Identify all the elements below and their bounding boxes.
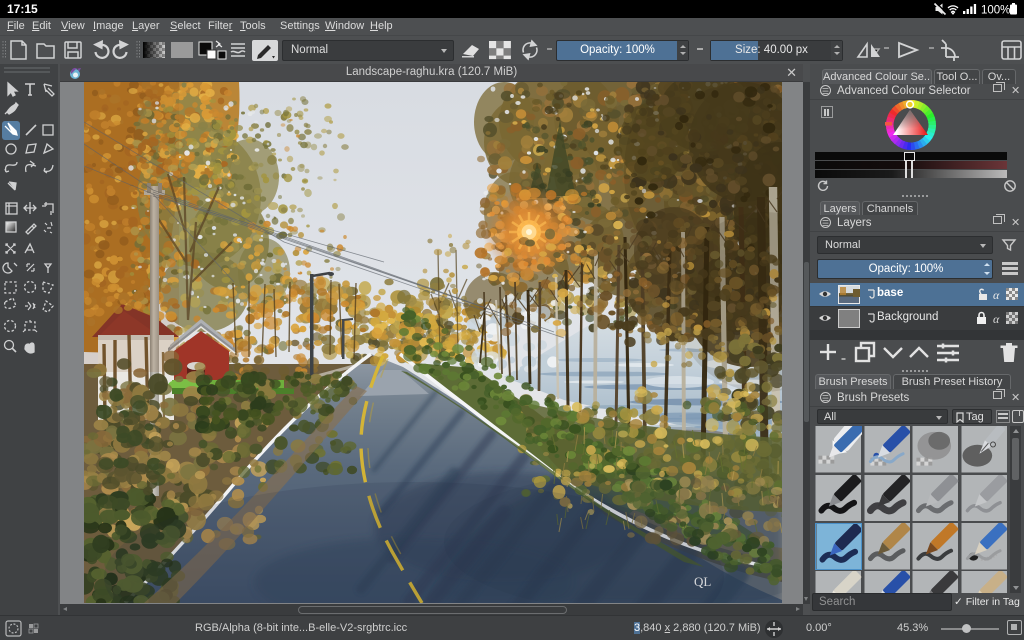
svg-text:100%: 100% <box>981 5 1010 17</box>
svg-text:QL: QL <box>694 574 711 589</box>
